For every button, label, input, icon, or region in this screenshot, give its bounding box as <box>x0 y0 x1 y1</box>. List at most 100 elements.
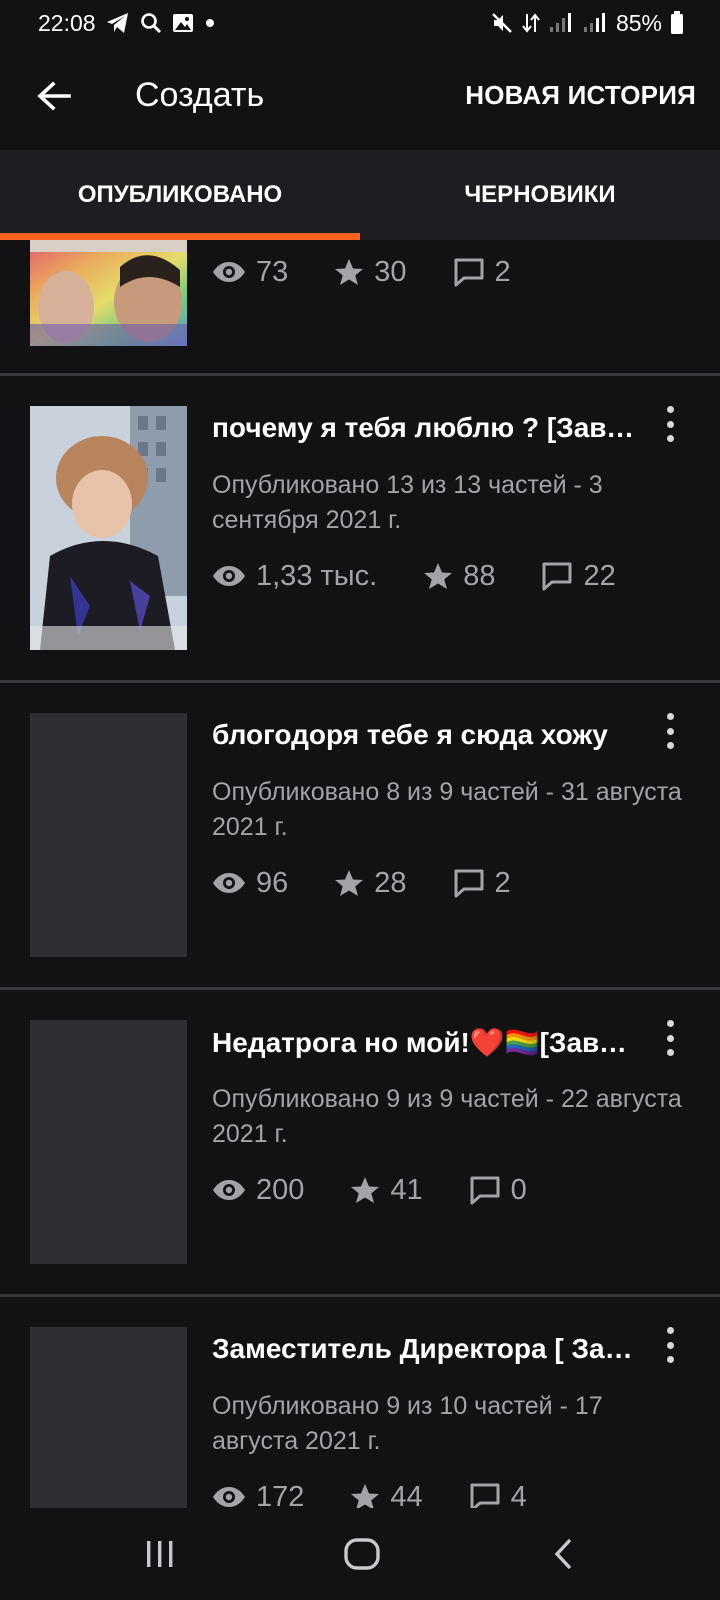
comment-icon <box>454 258 484 287</box>
votes-count: 30 <box>374 255 407 288</box>
story-title[interactable]: Недатрога но мой!❤️🏳️‍🌈[Завершено] <box>212 1026 642 1059</box>
page-title: Создать <box>135 76 265 114</box>
story-stats: 96 28 2 <box>212 863 557 903</box>
story-stats: 73 30 2 <box>212 252 557 292</box>
battery-icon <box>670 11 684 35</box>
gallery-icon <box>172 13 194 33</box>
star-icon <box>351 1484 380 1508</box>
eye-icon <box>213 873 245 893</box>
story-meta: Опубликовано 8 из 9 частей - 31 августа … <box>212 778 682 841</box>
views-count: 1,33 тыс. <box>256 559 378 592</box>
story-stats: 1,33 тыс. 88 22 <box>212 556 662 596</box>
signal-sim2-icon <box>582 12 608 34</box>
votes-count: 28 <box>374 866 407 899</box>
story-cover-image[interactable] <box>30 406 187 650</box>
comments-count: 22 <box>583 559 616 592</box>
recent-apps-button[interactable] <box>130 1532 190 1576</box>
views-count: 200 <box>256 1173 305 1206</box>
comment-icon <box>470 1483 500 1508</box>
tab-drafts[interactable]: ЧЕРНОВИКИ <box>360 150 720 240</box>
back-button[interactable] <box>32 70 76 122</box>
new-story-button[interactable]: НОВАЯ ИСТОРИЯ <box>465 80 696 111</box>
more-vertical-icon[interactable] <box>660 711 680 751</box>
story-meta: Опубликовано 13 из 13 частей - 3 сентябр… <box>212 471 603 534</box>
system-nav-bar <box>0 1508 720 1600</box>
story-item[interactable]: блогодоря тебе я сюда хожу Опубликовано … <box>0 683 720 987</box>
home-icon <box>344 1538 380 1570</box>
story-stats: 172 44 4 <box>212 1477 573 1508</box>
votes-stat: 28 <box>334 866 407 900</box>
comments-stat: 2 <box>453 256 511 289</box>
app-bar: Создать НОВАЯ ИСТОРИЯ <box>0 46 720 150</box>
comment-icon <box>470 1176 500 1205</box>
comments-stat: 0 <box>469 1174 527 1207</box>
votes-count: 41 <box>390 1173 423 1206</box>
votes-count: 44 <box>390 1480 423 1509</box>
comment-icon <box>542 562 572 591</box>
story-item[interactable]: 73 30 2 <box>0 240 720 376</box>
star-icon <box>335 870 364 896</box>
views-stat: 1,33 тыс. <box>212 560 377 593</box>
story-meta: Опубликовано 9 из 9 частей - 22 августа … <box>212 1085 682 1148</box>
views-stat: 73 <box>212 256 288 289</box>
star-icon <box>424 563 453 589</box>
votes-stat: 44 <box>350 1480 423 1509</box>
story-item[interactable]: почему я тебя люблю ? [Завершено] Опубли… <box>0 376 720 680</box>
comment-icon <box>454 869 484 898</box>
eye-icon <box>213 1180 245 1200</box>
views-count: 73 <box>256 255 289 288</box>
chevron-left-icon <box>554 1538 572 1570</box>
search-icon <box>140 12 162 34</box>
comments-count: 2 <box>494 255 511 288</box>
eye-icon <box>213 566 245 586</box>
story-title[interactable]: Заместитель Директора [ Завершено ] <box>212 1333 642 1365</box>
more-vertical-icon[interactable] <box>660 1325 680 1365</box>
story-cover-image[interactable] <box>30 240 187 346</box>
mute-icon <box>490 11 514 35</box>
story-item[interactable]: Заместитель Директора [ Завершено ] Опуб… <box>0 1297 720 1508</box>
recent-apps-icon <box>147 1541 173 1567</box>
views-count: 96 <box>256 866 289 899</box>
votes-count: 88 <box>463 559 496 592</box>
eye-icon <box>213 1487 245 1507</box>
status-left: 22:08 <box>38 10 216 37</box>
status-time: 22:08 <box>38 9 96 36</box>
story-cover-placeholder[interactable] <box>30 713 187 957</box>
comments-count: 2 <box>494 866 511 899</box>
story-item[interactable]: Недатрога но мой!❤️🏳️‍🌈[Завершено] Опубл… <box>0 990 720 1294</box>
votes-stat: 41 <box>350 1173 423 1207</box>
story-cover-placeholder[interactable] <box>30 1020 187 1264</box>
views-count: 172 <box>256 1480 305 1509</box>
telegram-icon <box>106 12 130 34</box>
more-vertical-icon[interactable] <box>660 1018 680 1058</box>
star-icon <box>351 1177 380 1203</box>
comments-count: 4 <box>510 1480 527 1509</box>
battery-percent: 85% <box>615 9 662 36</box>
status-right: 85% <box>490 10 684 37</box>
more-vertical-icon[interactable] <box>660 404 680 444</box>
home-button[interactable] <box>332 1532 392 1576</box>
back-nav-button[interactable] <box>534 1532 594 1576</box>
story-title[interactable]: блогодоря тебе я сюда хожу <box>212 719 642 751</box>
comments-stat: 4 <box>469 1480 527 1509</box>
tab-published[interactable]: ОПУБЛИКОВАНО <box>0 150 360 240</box>
star-icon <box>335 259 364 285</box>
data-transfer-icon <box>522 11 540 35</box>
signal-sim1-icon <box>548 12 574 34</box>
arrow-left-icon <box>37 81 71 111</box>
views-stat: 172 <box>212 1480 305 1509</box>
story-list[interactable]: 73 30 2 почему я тебя люблю ? [Завер Опу… <box>0 240 720 1508</box>
comments-stat: 22 <box>541 559 616 593</box>
story-cover-placeholder[interactable] <box>30 1327 187 1508</box>
story-stats: 200 41 0 <box>212 1170 573 1210</box>
eye-icon <box>213 262 245 282</box>
views-stat: 200 <box>212 1174 304 1207</box>
comments-stat: 2 <box>453 867 511 900</box>
comments-count: 0 <box>510 1173 527 1206</box>
votes-stat: 88 <box>423 560 495 593</box>
votes-stat: 30 <box>334 255 407 289</box>
notification-dot-icon <box>204 17 216 29</box>
views-stat: 96 <box>212 867 288 900</box>
status-bar: 22:08 85% <box>0 0 720 46</box>
story-title[interactable]: почему я тебя люблю ? [Завершено] <box>212 412 642 444</box>
